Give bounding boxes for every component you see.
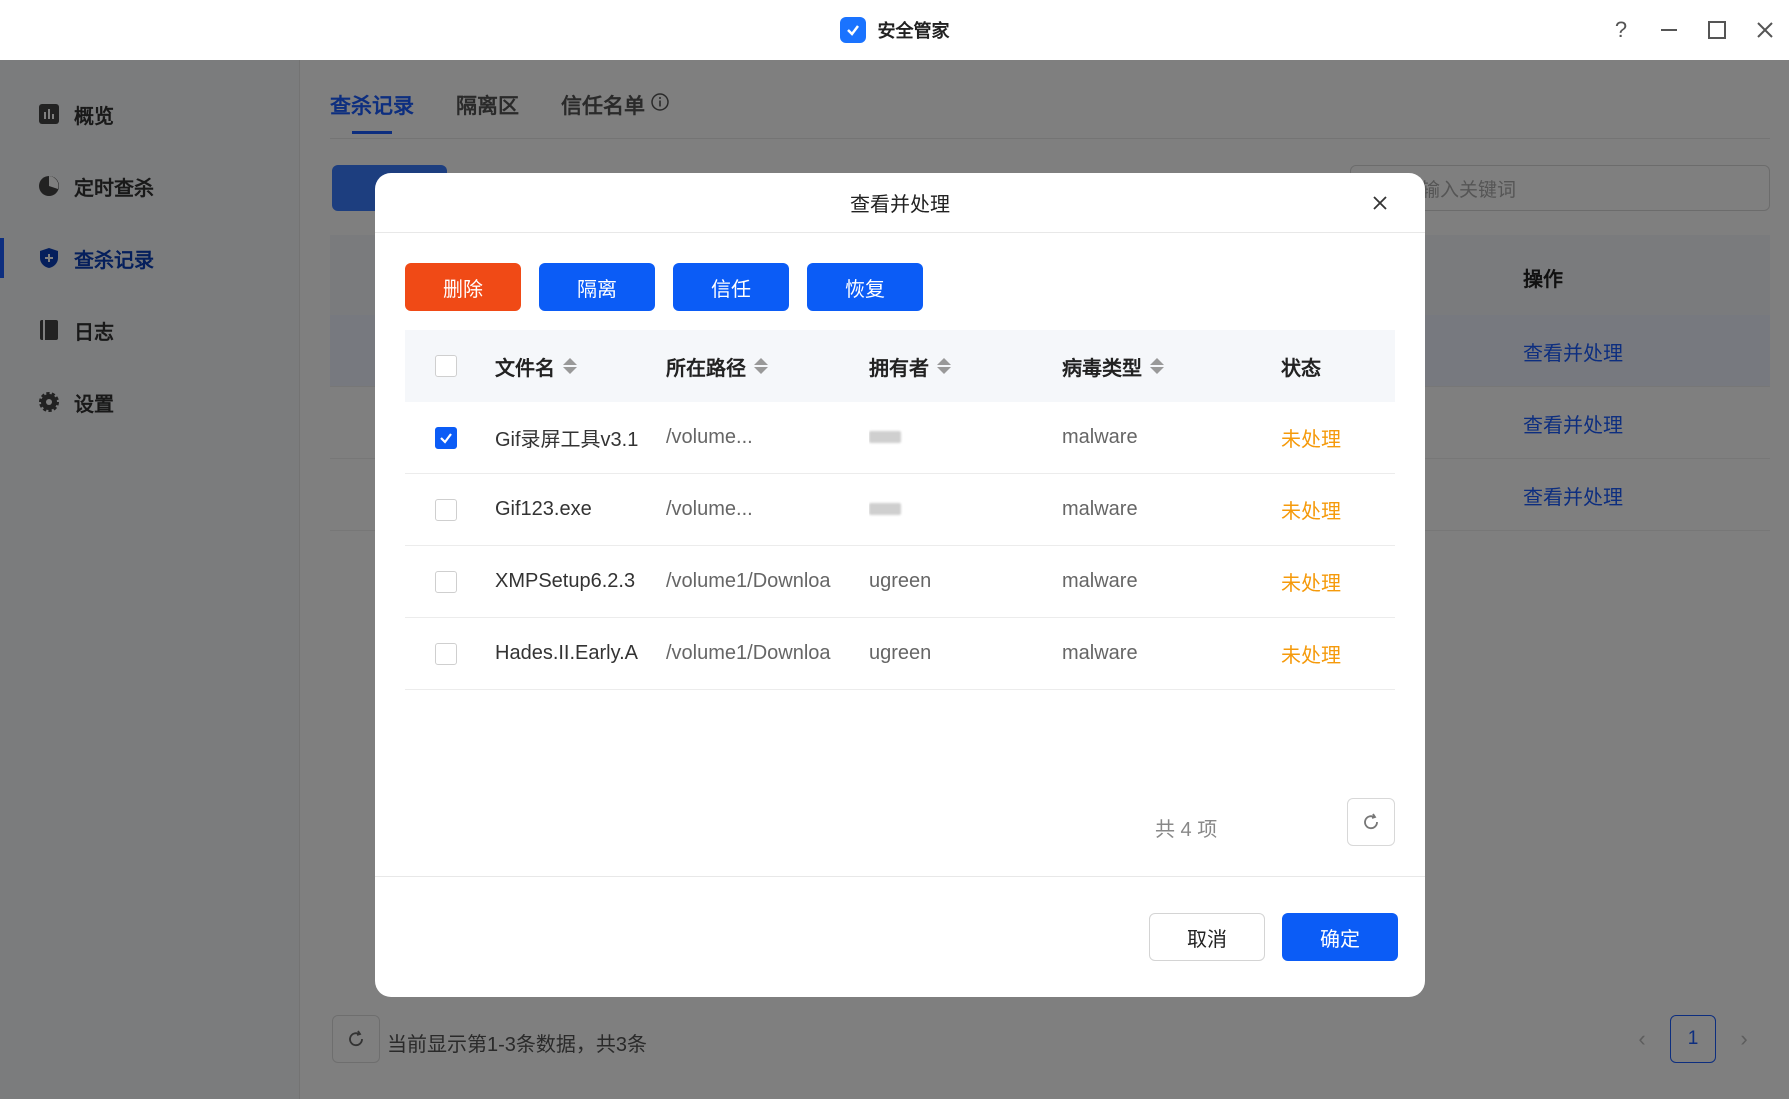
dialog-title: 查看并处理 [850, 194, 950, 216]
table-row[interactable]: Hades.II.Early.A /volume1/Downloa ugreen… [405, 618, 1395, 690]
status-badge: 未处理 [1281, 501, 1341, 523]
threat-table: 文件名 所在路径 拥有者 病毒类型 状态 Gif录屏工具v3.1 /volume… [405, 330, 1395, 690]
table-header: 文件名 所在路径 拥有者 病毒类型 状态 [405, 330, 1395, 402]
column-header-name[interactable]: 文件名 [495, 352, 666, 381]
shield-check-icon [839, 17, 866, 43]
file-owner: ugreen [869, 642, 932, 664]
close-icon[interactable] [1365, 188, 1395, 218]
redacted-owner [869, 503, 901, 515]
table-row[interactable]: Gif录屏工具v3.1 /volume... malware 未处理 [405, 402, 1395, 474]
file-owner [869, 426, 1062, 449]
cancel-button[interactable]: 取消 [1149, 913, 1265, 961]
sort-icon [754, 358, 768, 374]
virus-type: malware [1062, 498, 1138, 520]
sort-icon [563, 358, 577, 374]
row-checkbox[interactable] [435, 642, 457, 665]
virus-type: malware [1062, 642, 1138, 664]
column-header-type[interactable]: 病毒类型 [1062, 352, 1281, 381]
column-header-owner[interactable]: 拥有者 [869, 352, 1062, 381]
restore-button[interactable]: 恢复 [807, 263, 923, 311]
virus-type: malware [1062, 426, 1138, 448]
isolate-button[interactable]: 隔离 [539, 263, 655, 311]
refresh-icon[interactable] [1347, 798, 1395, 846]
column-label: 所在路径 [666, 357, 746, 380]
row-checkbox[interactable] [435, 570, 457, 593]
close-icon[interactable] [1741, 0, 1789, 60]
file-name: Gif123.exe [495, 498, 592, 520]
status-badge: 未处理 [1281, 429, 1341, 451]
trust-button[interactable]: 信任 [673, 263, 789, 311]
title-bar: 安全管家 ? [0, 0, 1789, 60]
redacted-owner [869, 431, 901, 443]
status-badge: 未处理 [1281, 645, 1341, 667]
column-label: 拥有者 [869, 357, 929, 380]
select-all-checkbox[interactable] [435, 355, 457, 377]
column-header-status: 状态 [1281, 357, 1321, 380]
file-owner [869, 498, 1062, 521]
view-handle-dialog: 查看并处理 删除 隔离 信任 恢复 文件名 所在路径 拥有者 病毒类型 状态 G… [375, 173, 1425, 997]
app-title-group: 安全管家 [839, 17, 950, 43]
delete-button[interactable]: 删除 [405, 263, 521, 311]
row-checkbox[interactable] [435, 498, 457, 521]
confirm-button[interactable]: 确定 [1282, 913, 1398, 961]
column-label: 文件名 [495, 357, 555, 380]
table-row[interactable]: XMPSetup6.2.3 /volume1/Downloa ugreen ma… [405, 546, 1395, 618]
sort-icon [1150, 358, 1164, 374]
file-path: /volume... [666, 426, 753, 448]
dialog-footer-divider [375, 876, 1425, 877]
file-name: Gif录屏工具v3.1 [495, 429, 639, 451]
file-path: /volume1/Downloa [666, 570, 831, 592]
file-name: Hades.II.Early.A [495, 642, 639, 664]
virus-type: malware [1062, 570, 1138, 592]
column-header-path[interactable]: 所在路径 [666, 352, 869, 381]
file-path: /volume1/Downloa [666, 642, 831, 664]
app-title: 安全管家 [877, 21, 950, 41]
row-checkbox[interactable] [435, 426, 457, 449]
column-label: 病毒类型 [1062, 357, 1142, 380]
file-name: XMPSetup6.2.3 [495, 570, 636, 592]
status-badge: 未处理 [1281, 573, 1341, 595]
maximize-icon[interactable] [1693, 0, 1741, 60]
sort-icon [937, 358, 951, 374]
window-controls: ? [1597, 0, 1789, 60]
item-count: 共 4 项 [1155, 819, 1218, 841]
help-icon[interactable]: ? [1597, 0, 1645, 60]
dialog-action-bar: 删除 隔离 信任 恢复 [405, 263, 923, 311]
file-owner: ugreen [869, 570, 932, 592]
minimize-icon[interactable] [1645, 0, 1693, 60]
file-path: /volume... [666, 498, 753, 520]
table-row[interactable]: Gif123.exe /volume... malware 未处理 [405, 474, 1395, 546]
dialog-header: 查看并处理 [375, 173, 1425, 233]
